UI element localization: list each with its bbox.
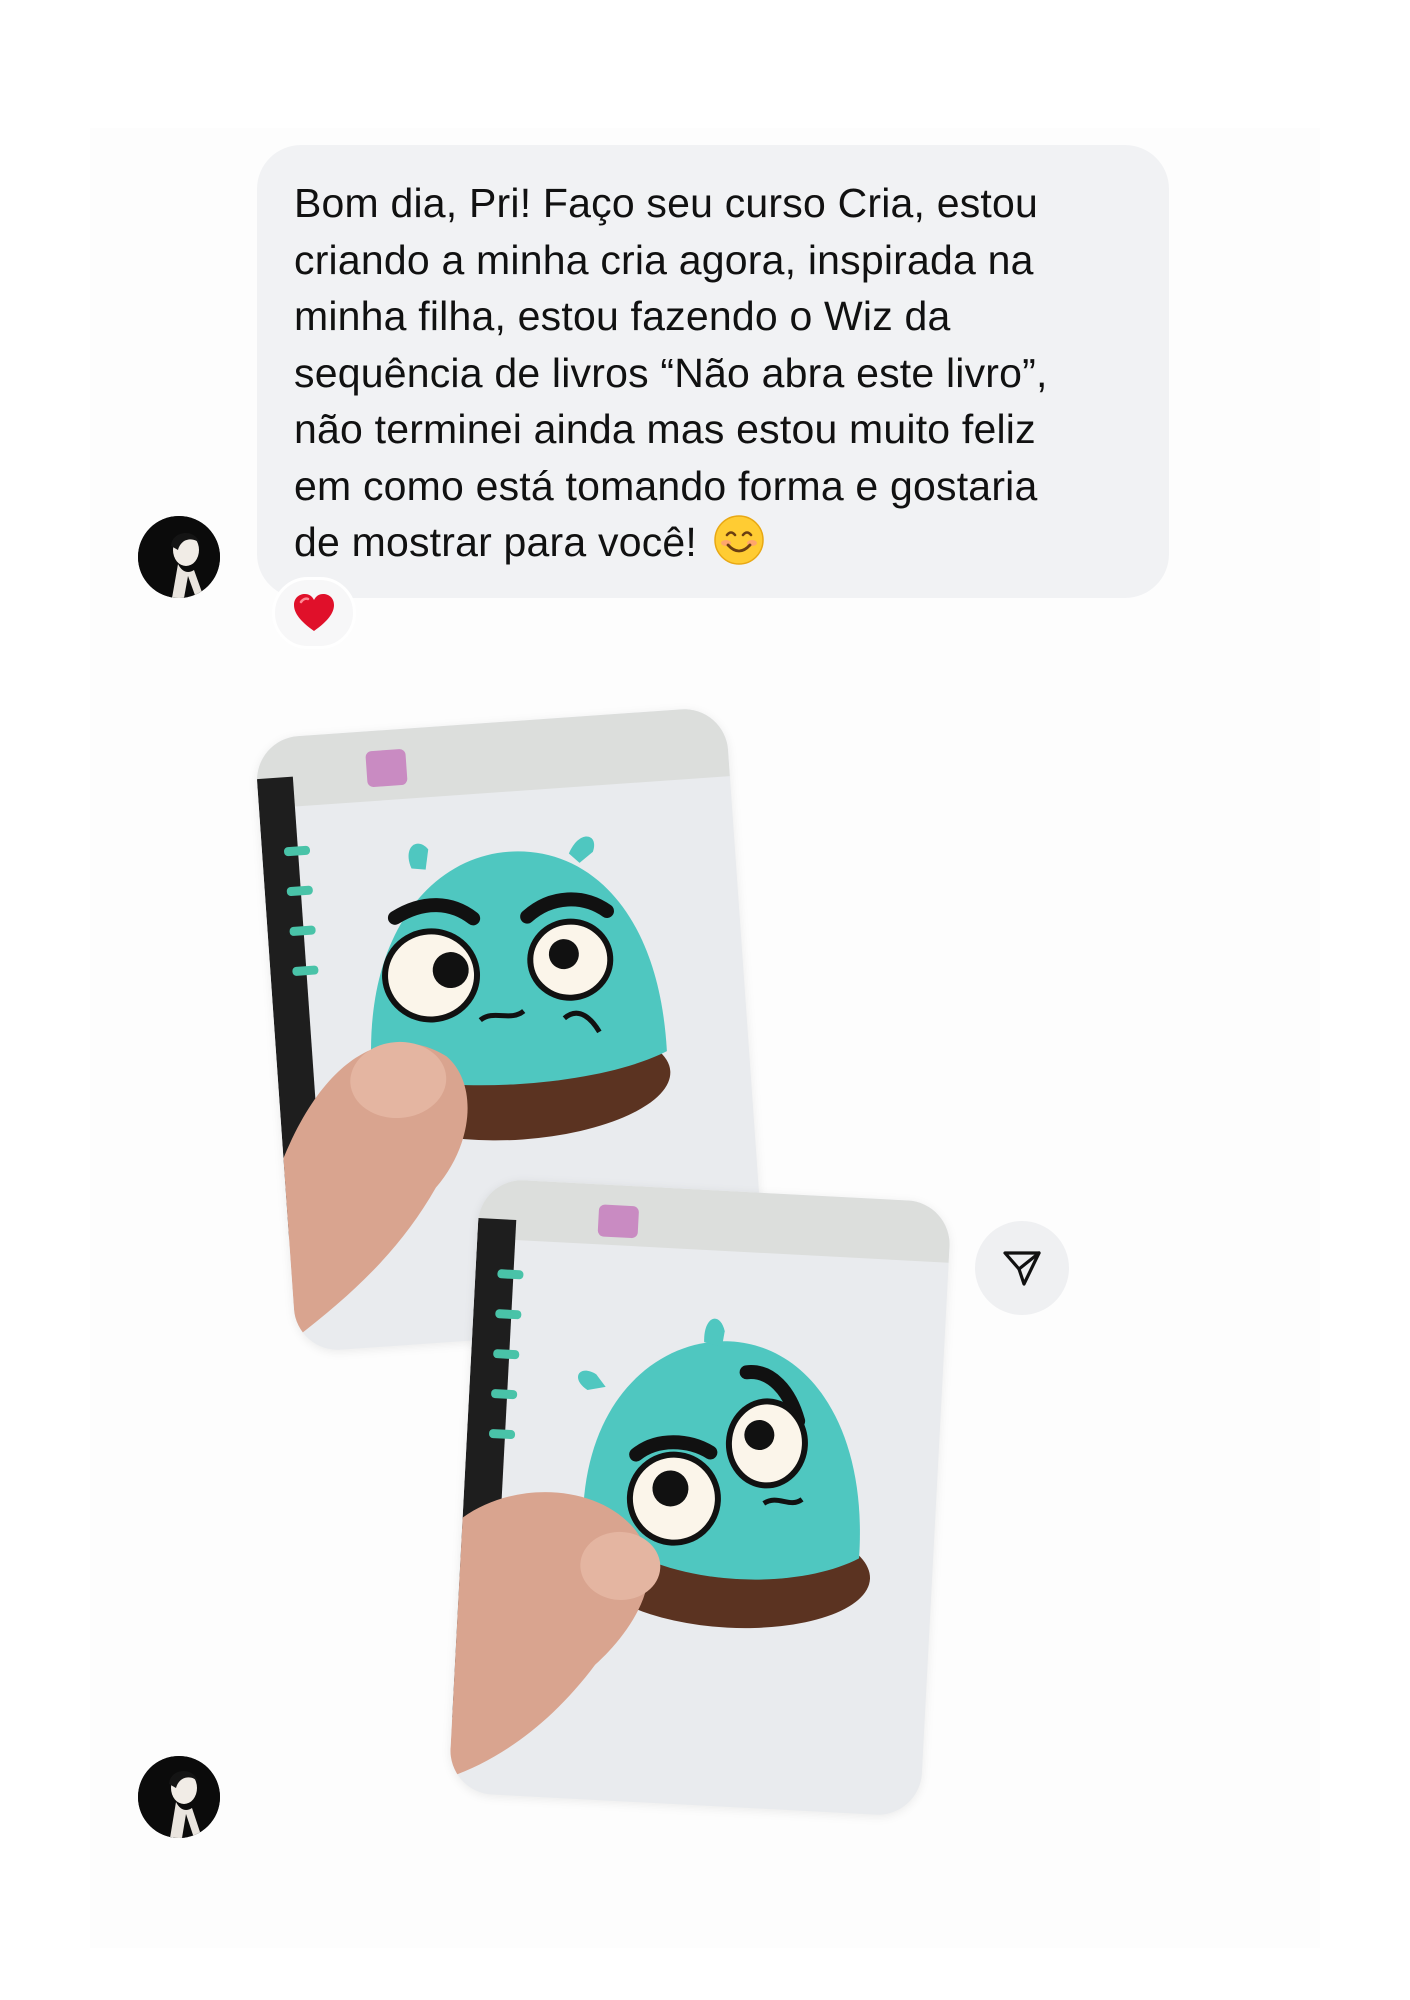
avatar-photo [138,1756,220,1838]
smiling-face-emoji-icon [713,515,764,565]
paper-plane-icon [1003,1251,1041,1286]
crochet-toy-image [448,1178,952,1817]
avatar-photo [138,516,220,598]
share-button[interactable] [975,1221,1069,1315]
red-heart-icon [294,594,334,631]
message-bubble[interactable]: Bom dia, Pri! Faço seu curso Cria, estou… [257,145,1169,598]
crochet-photo-2[interactable] [448,1178,952,1817]
message-text: Bom dia, Pri! Faço seu curso Cria, estou… [294,180,1048,565]
sender-avatar[interactable] [138,516,220,598]
sender-avatar-2[interactable] [138,1756,220,1838]
reaction-badge[interactable] [272,577,356,649]
